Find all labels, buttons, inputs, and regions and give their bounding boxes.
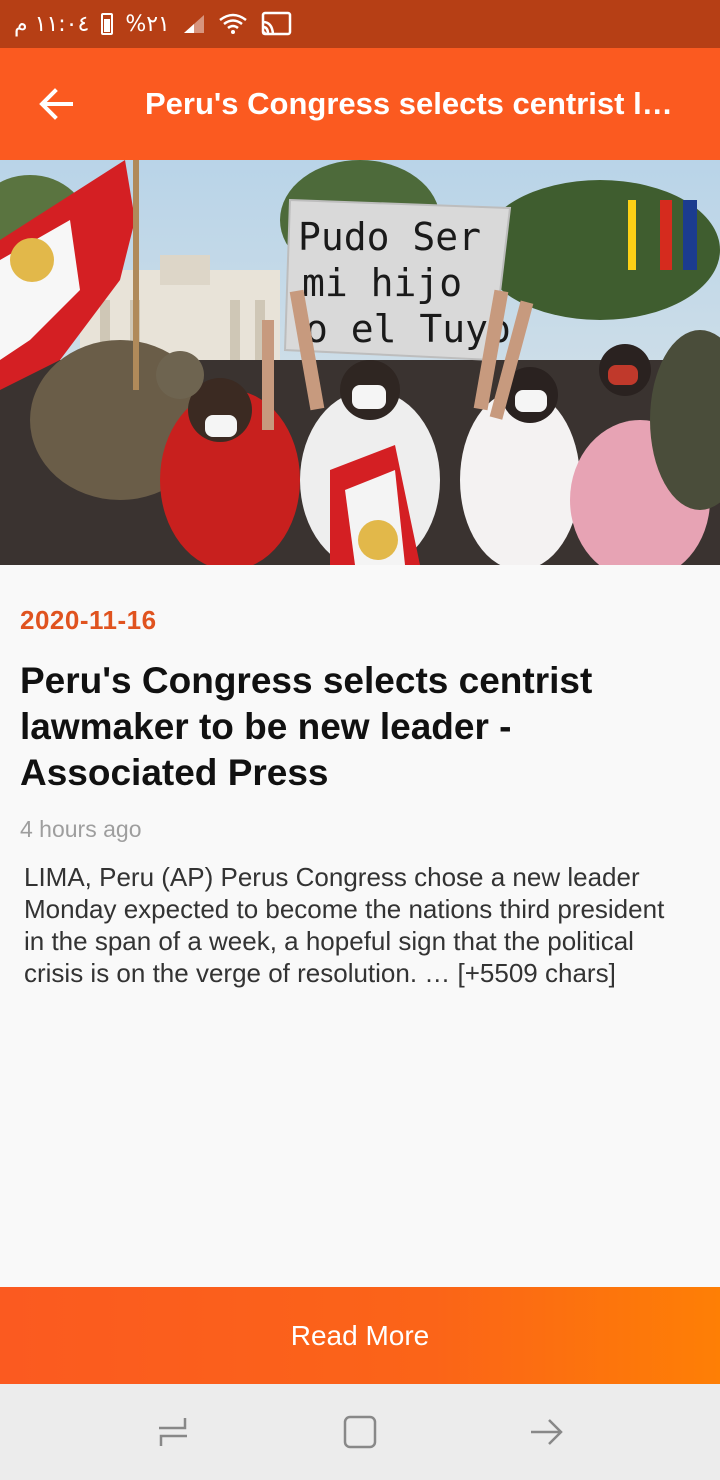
battery-percent: %٢١: [125, 11, 170, 37]
read-more-button[interactable]: Read More: [0, 1287, 720, 1384]
article-time-ago: 4 hours ago: [20, 816, 142, 842]
system-nav-bar: [0, 1384, 720, 1480]
sign-line-3: o el Tuyo: [305, 307, 511, 351]
wifi-icon: [219, 13, 247, 34]
status-icons: ١١:٠٤ م %٢١: [14, 11, 292, 37]
signal-icon: [183, 15, 204, 33]
status-time: ١١:٠٤ م: [14, 11, 90, 37]
cast-icon: [261, 11, 292, 36]
arrow-back-icon: [39, 88, 73, 120]
article-content: 2020-11-16 Peru's Congress selects centr…: [0, 565, 720, 989]
app-bar: Peru's Congress selects centrist lawmake…: [0, 48, 720, 160]
status-bar: ١١:٠٤ م %٢١: [0, 0, 720, 48]
article-date: 2020-11-16: [20, 605, 157, 635]
article-description: LIMA, Peru (AP) Perus Congress chose a n…: [24, 862, 665, 988]
article-image: Pudo Ser mi hijo o el Tuyo: [0, 160, 720, 565]
back-nav-icon: [530, 1419, 563, 1445]
article-headline: Peru's Congress selects centrist lawmake…: [20, 660, 593, 793]
back-nav-button[interactable]: [517, 1402, 577, 1462]
battery-icon: [101, 13, 114, 35]
back-button[interactable]: [0, 48, 112, 160]
sign-line-2: mi hijo: [302, 261, 462, 305]
app-bar-title: Peru's Congress selects centrist lawmake…: [145, 86, 675, 121]
recents-button[interactable]: [143, 1402, 203, 1462]
recents-icon: [159, 1418, 188, 1446]
home-icon: [343, 1415, 377, 1449]
home-button[interactable]: [330, 1402, 390, 1462]
sign-line-1: Pudo Ser: [298, 215, 481, 259]
